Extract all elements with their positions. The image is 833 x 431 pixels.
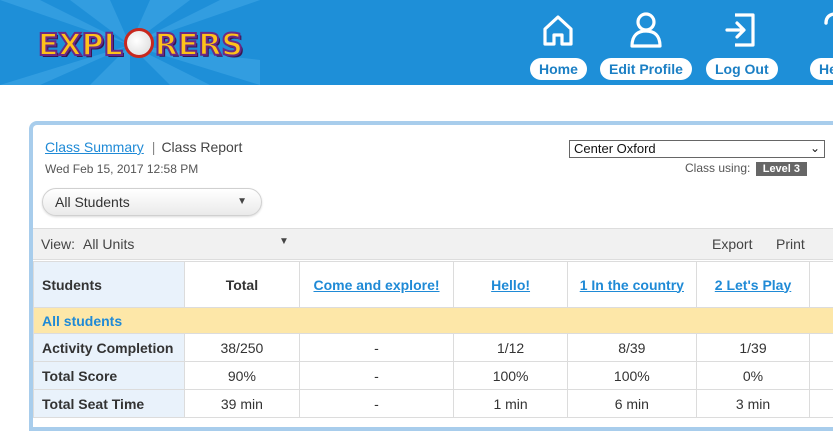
table-cell: 1 min <box>454 390 567 418</box>
chevron-down-icon: ▼ <box>237 189 247 215</box>
table-cell: 100% <box>567 362 696 390</box>
table-row: Total Seat Time 39 min - 1 min 6 min 3 m… <box>34 390 833 418</box>
table-cell: 90% <box>185 362 299 390</box>
chevron-down-icon: ⌄ <box>810 140 820 156</box>
nav-edit-profile-label: Edit Profile <box>600 58 692 80</box>
table-cell: 1/12 <box>454 334 567 362</box>
print-button[interactable]: Print <box>776 236 805 252</box>
table-cell: 38/250 <box>185 334 299 362</box>
tab-class-summary[interactable]: Class Summary <box>45 139 144 155</box>
col-header-empty <box>810 262 833 308</box>
nav-edit-profile-button[interactable]: Edit Profile <box>600 0 692 85</box>
view-toolbar: View: All Units ▼ Export Print <box>33 228 833 260</box>
class-using: Class using: Level 3 <box>685 161 807 176</box>
logo-text-left: EXPL <box>38 28 123 63</box>
home-icon <box>538 4 578 56</box>
table-cell: 8/39 <box>567 334 696 362</box>
level-badge: Level 3 <box>756 162 807 176</box>
table-cell: 0% <box>696 362 809 390</box>
group-row-label: All students <box>34 308 833 334</box>
nav-home-label: Home <box>530 58 587 80</box>
col-header-unit-in-the-country[interactable]: 1 In the country <box>567 262 696 308</box>
table-row: Total Score 90% - 100% 100% 0% <box>34 362 833 390</box>
class-select[interactable]: Center Oxford ⌄ <box>569 140 825 158</box>
nav-help-button[interactable]: Help <box>810 0 833 85</box>
student-filter-dropdown[interactable]: All Students ▼ <box>42 188 262 216</box>
report-panel: Class Summary | Class Report Wed Feb 15, 2… <box>29 121 833 431</box>
group-row-all-students[interactable]: All students <box>34 308 833 334</box>
table-cell: - <box>299 334 454 362</box>
row-label: Total Score <box>34 362 185 390</box>
explorers-logo[interactable]: EXPL RERS <box>38 24 243 66</box>
table-cell: 6 min <box>567 390 696 418</box>
table-cell-empty <box>810 362 833 390</box>
row-label: Total Seat Time <box>34 390 185 418</box>
table-cell: 3 min <box>696 390 809 418</box>
nav-home-button[interactable]: Home <box>530 0 587 85</box>
table-cell: - <box>299 362 454 390</box>
student-filter-value: All Students <box>55 194 130 210</box>
table-cell: 39 min <box>185 390 299 418</box>
nav-help-label: Help <box>810 58 833 80</box>
col-header-unit-come-and-explore[interactable]: Come and explore! <box>299 262 454 308</box>
report-datetime: Wed Feb 15, 2017 12:58 PM <box>45 162 198 176</box>
report-tabs: Class Summary | Class Report <box>45 139 242 155</box>
export-button[interactable]: Export <box>712 236 752 252</box>
table-cell: 100% <box>454 362 567 390</box>
nav-logout-button[interactable]: Log Out <box>706 0 778 85</box>
class-select-value: Center Oxford <box>574 141 656 156</box>
tab-separator: | <box>152 139 156 155</box>
view-value: All Units <box>83 236 134 252</box>
user-icon <box>626 4 666 56</box>
view-label: View: <box>41 236 75 252</box>
table-cell-empty <box>810 390 833 418</box>
row-label: Activity Completion <box>34 334 185 362</box>
caret-down-icon[interactable]: ▼ <box>279 236 289 247</box>
col-header-total: Total <box>185 262 299 308</box>
col-header-students: Students <box>34 262 185 308</box>
tab-class-report[interactable]: Class Report <box>161 139 242 155</box>
table-cell: - <box>299 390 454 418</box>
table-cell: 1/39 <box>696 334 809 362</box>
logout-icon <box>722 4 762 56</box>
report-table: Students Total Come and explore! Hello! … <box>33 261 833 418</box>
table-header-row: Students Total Come and explore! Hello! … <box>34 262 833 308</box>
col-header-unit-hello[interactable]: Hello! <box>454 262 567 308</box>
logo-globe-icon <box>124 28 154 58</box>
col-header-unit-lets-play[interactable]: 2 Let's Play <box>696 262 809 308</box>
table-row: Activity Completion 38/250 - 1/12 8/39 1… <box>34 334 833 362</box>
logo-text-right: RERS <box>155 28 243 63</box>
class-using-label: Class using: <box>685 161 750 175</box>
help-icon <box>814 4 833 56</box>
nav-logout-label: Log Out <box>706 58 778 80</box>
view-filter[interactable]: View: All Units <box>41 236 134 252</box>
table-cell-empty <box>810 334 833 362</box>
app-header: EXPL RERS Home Edit Profile Log Out Help <box>0 0 833 85</box>
